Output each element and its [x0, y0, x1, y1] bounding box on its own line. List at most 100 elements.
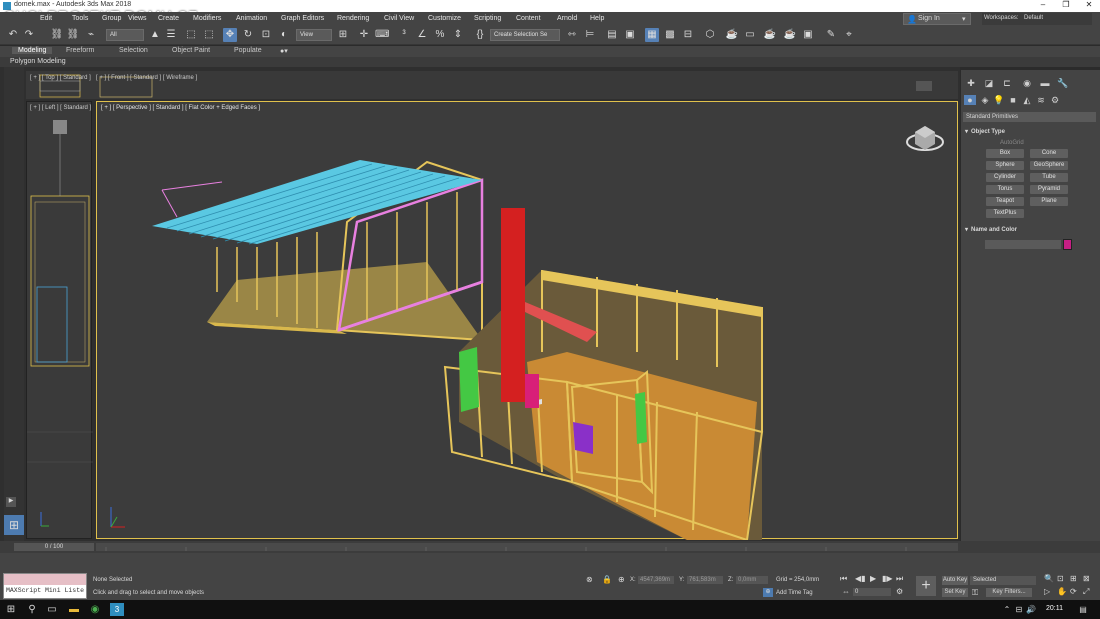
notifications-icon[interactable]: ▤: [1076, 603, 1090, 616]
key-filter-icon[interactable]: ⚿: [972, 588, 978, 598]
track-bar[interactable]: [96, 543, 958, 551]
edit-named-selection-icon[interactable]: {}: [473, 28, 487, 42]
percent-snap-icon[interactable]: %: [433, 28, 447, 42]
key-mode-icon[interactable]: ⇔: [842, 587, 850, 596]
viewport-layout-icon[interactable]: ⊞: [4, 515, 24, 535]
maxscript-listener[interactable]: MAXScript Mini Liste: [3, 573, 87, 599]
menu-tools[interactable]: Tools: [72, 15, 88, 22]
bind-space-warp-icon[interactable]: ⌁: [84, 28, 98, 42]
absolute-mode-icon[interactable]: ⊕: [618, 575, 625, 584]
menu-graph-editors[interactable]: Graph Editors: [281, 15, 324, 22]
maximize-viewport-icon[interactable]: ⤢: [1083, 587, 1089, 597]
display-tab-icon[interactable]: ▬: [1039, 78, 1051, 88]
align-icon[interactable]: ⊨: [583, 28, 597, 42]
select-and-place-icon[interactable]: ◐: [277, 28, 291, 42]
z-coordinate-field[interactable]: 0,0mm: [736, 576, 768, 584]
ribbon-options-icon[interactable]: ●▾: [280, 47, 288, 55]
key-selection-dropdown[interactable]: Selected: [970, 576, 1036, 585]
mirror-icon[interactable]: ⇿: [565, 28, 579, 42]
space-warps-icon[interactable]: ≋: [1035, 95, 1047, 105]
perspective-viewport-label[interactable]: [ + ] [ Perspective ] [ Standard ] [ Fla…: [101, 105, 260, 111]
isolate-selection-icon[interactable]: ⊗: [586, 575, 593, 584]
scene-explorer-icon[interactable]: ▤: [605, 28, 619, 42]
torus-button[interactable]: Torus: [986, 185, 1024, 194]
selection-lock-icon[interactable]: 🔒: [602, 575, 612, 584]
menu-help[interactable]: Help: [590, 15, 604, 22]
ribbon-tab-selection[interactable]: Selection: [119, 47, 148, 54]
ribbon-tab-modeling[interactable]: Modeling: [12, 47, 53, 54]
zoom-extents-all-icon[interactable]: ⊠: [1083, 574, 1090, 583]
zoom-extents-icon[interactable]: ⊞: [1070, 574, 1077, 583]
field-of-view-icon[interactable]: ▷: [1044, 587, 1050, 596]
go-to-end-icon[interactable]: ⏭: [896, 574, 903, 584]
hierarchy-tab-icon[interactable]: ⊏: [1001, 78, 1013, 88]
volume-icon[interactable]: 🔊: [1024, 603, 1038, 616]
object-color-swatch[interactable]: [1063, 239, 1072, 250]
set-key-icon[interactable]: +: [916, 576, 936, 596]
utilities-tab-icon[interactable]: 🔧: [1057, 78, 1069, 88]
motion-tab-icon[interactable]: ◉: [1021, 78, 1033, 88]
set-key-mode-button[interactable]: Set Key: [942, 588, 968, 597]
snaps-toggle-icon[interactable]: ³: [397, 28, 411, 42]
3dsmax-taskbar-icon[interactable]: 3: [110, 603, 124, 616]
geometry-icon[interactable]: ●: [964, 95, 976, 105]
plane-button[interactable]: Plane: [1030, 197, 1068, 206]
orbit-icon[interactable]: ⟳: [1070, 587, 1077, 596]
textplus-button[interactable]: TextPlus: [986, 209, 1024, 218]
spinner-snap-icon[interactable]: ⇕: [451, 28, 465, 42]
rectangular-selection-icon[interactable]: ⬚: [184, 28, 198, 42]
sign-in-dropdown[interactable]: 👤 Sign In ▾: [903, 13, 971, 25]
modify-tab-icon[interactable]: ◪: [983, 78, 995, 88]
named-selection-sets-dropdown[interactable]: Create Selection Se: [490, 29, 560, 41]
select-and-rotate-icon[interactable]: ↻: [241, 28, 255, 42]
render-activeshade-icon[interactable]: ☕: [783, 28, 797, 42]
menu-create[interactable]: Create: [158, 15, 179, 22]
time-configuration-icon[interactable]: ⚙: [896, 587, 903, 596]
unlink-icon[interactable]: ⛓: [66, 28, 80, 42]
cylinder-button[interactable]: Cylinder: [986, 173, 1024, 182]
shapes-icon[interactable]: ◈: [979, 95, 991, 105]
helpers-icon[interactable]: ◭: [1021, 95, 1033, 105]
schematic-view-icon[interactable]: ⊟: [681, 28, 695, 42]
top-viewport-label[interactable]: [ + ] [ Top ] [ Standard ]: [30, 75, 91, 81]
object-type-rollout-header[interactable]: ▾ Object Type: [965, 127, 1095, 137]
select-manipulate-icon[interactable]: ✛: [357, 28, 371, 42]
select-by-name-icon[interactable]: ☰: [164, 28, 178, 42]
teapot-button[interactable]: Teapot: [986, 197, 1024, 206]
menu-customize[interactable]: Customize: [428, 15, 461, 22]
toggle-ribbon-icon[interactable]: ▦: [645, 28, 659, 42]
menu-views[interactable]: Views: [128, 15, 147, 22]
pyramid-button[interactable]: Pyramid: [1030, 185, 1068, 194]
left-viewport[interactable]: [26, 101, 93, 539]
menu-civil-view[interactable]: Civil View: [384, 15, 414, 22]
cone-button[interactable]: Cone: [1030, 149, 1068, 158]
render-production-icon[interactable]: ☕: [763, 28, 777, 42]
pan-icon[interactable]: ✋: [1057, 587, 1067, 596]
create-tab-icon[interactable]: ✚: [965, 78, 977, 88]
select-and-move-icon[interactable]: ✥: [223, 28, 237, 42]
minimize-icon[interactable]: –: [1032, 0, 1054, 12]
ribbon-tab-populate[interactable]: Populate: [234, 47, 262, 54]
play-icon[interactable]: ▶: [870, 574, 876, 583]
autogrid-checkbox[interactable]: AutoGrid: [1000, 140, 1024, 146]
render-iterative-icon[interactable]: ▣: [801, 28, 815, 42]
lights-icon[interactable]: 💡: [993, 95, 1005, 105]
curve-editor-icon[interactable]: ▩: [663, 28, 677, 42]
close-icon[interactable]: ✕: [1078, 0, 1100, 12]
next-frame-icon[interactable]: ▮▶: [882, 574, 893, 583]
maxscript-input[interactable]: [4, 574, 86, 585]
chrome-icon[interactable]: ◉: [88, 603, 102, 616]
object-name-field[interactable]: [985, 240, 1061, 249]
box-button[interactable]: Box: [986, 149, 1024, 158]
angle-snap-icon[interactable]: ∠: [415, 28, 429, 42]
y-coordinate-field[interactable]: 761,583m: [687, 576, 723, 584]
zoom-all-icon[interactable]: ⊡: [1057, 574, 1064, 583]
render-setup-icon[interactable]: ☕: [725, 28, 739, 42]
key-filters-button[interactable]: Key Filters...: [986, 588, 1032, 597]
menu-animation[interactable]: Animation: [236, 15, 267, 22]
open-explorer-icon[interactable]: ✎: [824, 28, 838, 42]
workspaces-dropdown[interactable]: Workspaces: Default: [982, 13, 1092, 25]
tube-button[interactable]: Tube: [1030, 173, 1068, 182]
menu-content[interactable]: Content: [516, 15, 541, 22]
sphere-button[interactable]: Sphere: [986, 161, 1024, 170]
